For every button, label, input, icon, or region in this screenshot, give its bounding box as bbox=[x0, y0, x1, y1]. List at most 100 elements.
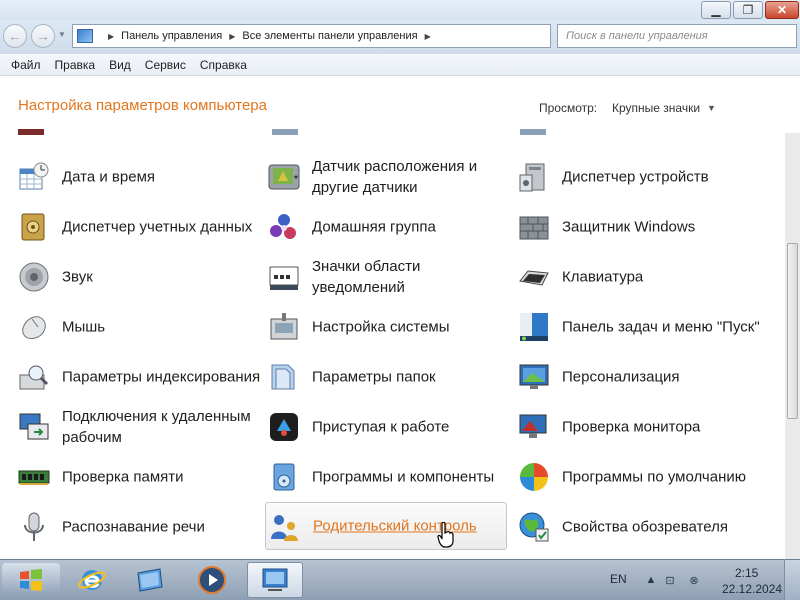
speaker-icon bbox=[19, 262, 49, 292]
device-manager-icon bbox=[519, 163, 545, 192]
taskbar-windows-explorer[interactable] bbox=[122, 562, 178, 598]
getting-started-icon bbox=[270, 413, 298, 441]
back-button[interactable]: ← bbox=[3, 24, 27, 48]
menu-tools[interactable]: Сервис bbox=[138, 58, 193, 72]
item-monitor-check[interactable]: Проверка монитора bbox=[518, 404, 762, 450]
taskbar: EN ▲ ⊡ ⊗ 2:15 22.12.2024 bbox=[0, 559, 800, 600]
item-notification-icons[interactable]: Значки области уведомлений bbox=[268, 254, 512, 300]
chevron-down-icon[interactable]: ▼ bbox=[707, 103, 716, 113]
item-indexing-options[interactable]: Параметры индексирования bbox=[18, 354, 262, 400]
menu-help[interactable]: Справка bbox=[193, 58, 254, 72]
remote-desktop-icon bbox=[19, 413, 49, 440]
item-programs-features[interactable]: Программы и компоненты bbox=[268, 454, 512, 500]
scrollbar-thumb[interactable] bbox=[787, 243, 798, 419]
item-memory-diagnostic[interactable]: Проверка памяти bbox=[18, 454, 262, 500]
breadcrumb-control-panel[interactable]: Панель управления bbox=[121, 30, 222, 42]
clock-time[interactable]: 2:15 bbox=[735, 566, 758, 580]
navigation-bar: ← → ▼ ▶ Панель управления ▶ Все элементы… bbox=[0, 20, 800, 54]
item-credential-manager[interactable]: Диспетчер учетных данных bbox=[18, 204, 262, 250]
search-input[interactable]: Поиск в панели управления bbox=[557, 24, 797, 48]
item-getting-started[interactable]: Приступая к работе bbox=[268, 404, 512, 450]
show-hidden-icons-icon[interactable]: ▲ bbox=[643, 572, 659, 588]
item-label: Диспетчер устройств bbox=[562, 168, 709, 186]
menu-view[interactable]: Вид bbox=[102, 58, 138, 72]
item-label: Проверка монитора bbox=[562, 418, 701, 436]
monitor-check-icon bbox=[519, 414, 547, 438]
tray-icons-icon bbox=[269, 266, 299, 290]
item-location-sensors[interactable]: Датчик расположения и другие датчики bbox=[268, 154, 512, 200]
item-label: Датчик расположения и другие датчики bbox=[312, 158, 478, 196]
show-desktop-button[interactable] bbox=[784, 560, 800, 600]
item-label: Домашняя группа bbox=[312, 218, 436, 236]
item-device-manager[interactable]: Диспетчер устройств bbox=[518, 154, 762, 200]
breadcrumb-separator-icon[interactable]: ▶ bbox=[108, 32, 114, 41]
taskbar-internet-explorer[interactable] bbox=[64, 562, 120, 598]
windows-logo-icon bbox=[20, 569, 42, 591]
item-folder-options[interactable]: Параметры папок bbox=[268, 354, 512, 400]
default-programs-icon bbox=[520, 463, 548, 491]
item-label: Программы по умолчанию bbox=[562, 468, 746, 486]
personalization-icon bbox=[519, 364, 549, 389]
minimize-icon: ▁ bbox=[711, 3, 721, 17]
item-internet-options[interactable]: Свойства обозревателя bbox=[518, 504, 762, 550]
close-icon: ✕ bbox=[776, 3, 788, 17]
media-player-icon bbox=[198, 566, 226, 594]
taskbar-media-player[interactable] bbox=[184, 562, 240, 598]
breadcrumb-separator-icon[interactable]: ▶ bbox=[229, 32, 235, 41]
breadcrumb-all-items[interactable]: Все элементы панели управления bbox=[242, 30, 417, 42]
mouse-icon bbox=[22, 316, 46, 339]
item-label: Дата и время bbox=[62, 168, 156, 186]
parental-control-icon bbox=[271, 515, 298, 541]
item-label: Диспетчер учетных данных bbox=[62, 218, 253, 236]
menu-file[interactable]: Файл bbox=[4, 58, 48, 72]
item-date-time[interactable]: Дата и время bbox=[18, 154, 262, 200]
item-label: Персонализация bbox=[562, 368, 680, 386]
page-title: Настройка параметров компьютера bbox=[18, 97, 267, 114]
item-mouse[interactable]: Мышь bbox=[18, 304, 262, 350]
forward-arrow-icon: → bbox=[36, 28, 50, 44]
item-default-programs[interactable]: Программы по умолчанию bbox=[518, 454, 762, 500]
programs-icon bbox=[273, 463, 295, 491]
clock-date[interactable]: 22.12.2024 bbox=[722, 582, 782, 596]
breadcrumb-separator-icon[interactable]: ▶ bbox=[425, 32, 431, 41]
restore-icon: ❐ bbox=[742, 3, 754, 17]
item-label: Клавиатура bbox=[562, 268, 644, 286]
item-parental-controls[interactable]: Родительский контроль bbox=[265, 502, 507, 550]
language-indicator[interactable]: EN bbox=[610, 572, 627, 586]
menu-edit[interactable]: Правка bbox=[48, 58, 103, 72]
windows-explorer-icon bbox=[137, 568, 163, 592]
control-panel-content: Настройка параметров компьютера Просмотр… bbox=[0, 77, 800, 559]
item-label: Защитник Windows bbox=[562, 218, 696, 236]
microphone-icon bbox=[24, 512, 44, 541]
start-button[interactable] bbox=[2, 563, 60, 597]
back-arrow-icon: ← bbox=[8, 28, 22, 44]
item-label: Значки области уведомлений bbox=[312, 258, 421, 296]
action-center-error-icon[interactable]: ⊗ bbox=[686, 572, 702, 588]
credential-vault-icon bbox=[21, 213, 45, 241]
item-label: Распознавание речи bbox=[62, 518, 205, 536]
item-label: Программы и компоненты bbox=[312, 468, 495, 486]
address-bar[interactable]: ▶ Панель управления ▶ Все элементы панел… bbox=[72, 24, 551, 48]
partial-item-icon bbox=[520, 129, 546, 135]
minimize-button[interactable]: ▁ bbox=[701, 1, 731, 19]
item-keyboard[interactable]: Клавиатура bbox=[518, 254, 762, 300]
item-personalization[interactable]: Персонализация bbox=[518, 354, 762, 400]
item-taskbar-start-menu[interactable]: Панель задач и меню "Пуск" bbox=[518, 304, 762, 350]
close-button[interactable]: ✕ bbox=[765, 1, 799, 19]
item-homegroup[interactable]: Домашняя группа bbox=[268, 204, 512, 250]
item-sound[interactable]: Звук bbox=[18, 254, 262, 300]
forward-button[interactable]: → bbox=[31, 24, 55, 48]
item-system-configuration[interactable]: Настройка системы bbox=[268, 304, 512, 350]
view-by-dropdown[interactable]: Крупные значки bbox=[612, 101, 700, 115]
system-config-icon bbox=[270, 313, 298, 340]
item-windows-defender[interactable]: Защитник Windows bbox=[518, 204, 762, 250]
item-label: Мышь bbox=[62, 318, 106, 336]
calendar-clock-icon bbox=[19, 162, 49, 190]
network-icon[interactable]: ⊡ bbox=[662, 572, 678, 588]
recent-pages-dropdown[interactable]: ▼ bbox=[58, 30, 66, 39]
item-speech-recognition[interactable]: Распознавание речи bbox=[18, 504, 262, 550]
item-label: Подключения к удаленным рабочим bbox=[62, 408, 251, 446]
maximize-button[interactable]: ❐ bbox=[733, 1, 763, 19]
item-remote-desktop[interactable]: Подключения к удаленным рабочим bbox=[18, 404, 262, 450]
taskbar-control-panel[interactable] bbox=[247, 562, 303, 598]
